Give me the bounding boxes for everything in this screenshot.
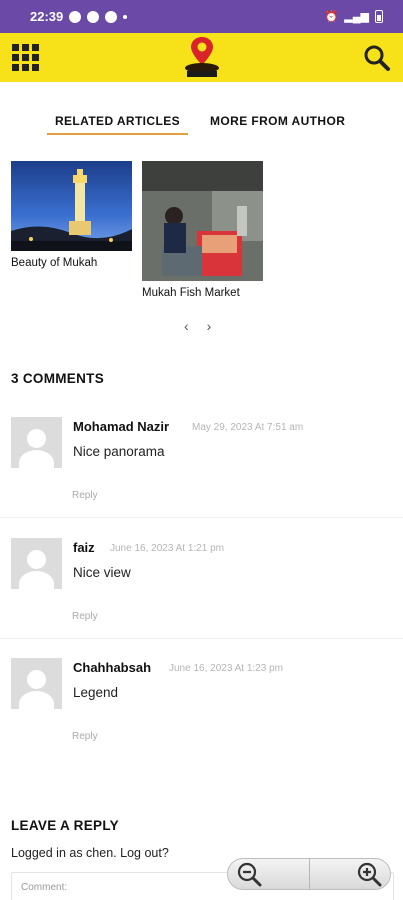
article-tabs: RELATED ARTICLES MORE FROM AUTHOR — [47, 114, 345, 135]
status-time: 22:39 — [30, 9, 64, 24]
divider — [0, 517, 403, 518]
article-title[interactable]: Beauty of Mukah — [11, 257, 132, 269]
more-notifications-icon — [123, 14, 128, 19]
status-bar: 22:39 ⏰ ▂▄▆ — [0, 0, 403, 33]
comments-heading: 3 COMMENTS — [11, 371, 105, 386]
battery-icon — [375, 10, 383, 23]
divider — [0, 638, 403, 639]
related-article-card[interactable]: Beauty of Mukah — [11, 161, 132, 269]
comment-placeholder: Comment: — [21, 882, 68, 893]
zoom-out-icon — [237, 862, 262, 887]
comment-author[interactable]: faiz — [73, 540, 95, 555]
comment: faiz June 16, 2023 At 1:21 pm Nice view … — [11, 538, 396, 638]
chevron-left-icon[interactable]: ‹ — [184, 318, 189, 334]
related-article-card[interactable]: Mukah Fish Market — [142, 161, 263, 299]
comment-author[interactable]: Mohamad Nazir — [73, 419, 169, 434]
comment-author[interactable]: Chahhabsah — [73, 660, 151, 675]
avatar — [11, 417, 62, 468]
check-icon — [105, 10, 118, 23]
leave-reply-heading: LEAVE A REPLY — [11, 818, 119, 833]
article-thumbnail[interactable] — [142, 161, 263, 281]
alarm-icon: ⏰ — [324, 11, 339, 23]
zoom-in-icon — [357, 862, 382, 887]
reply-link[interactable]: Reply — [72, 611, 98, 622]
signal-icon: ▂▄▆ — [344, 11, 369, 23]
zoom-out-button[interactable] — [228, 859, 310, 889]
comment-date[interactable]: May 29, 2023 At 7:51 am — [192, 422, 303, 433]
comment-text: Legend — [73, 685, 119, 700]
zoom-control — [227, 858, 391, 890]
avatar — [11, 538, 62, 589]
zoom-in-button[interactable] — [310, 859, 391, 889]
reply-link[interactable]: Reply — [72, 731, 98, 742]
carousel-pager: ‹ › — [184, 318, 211, 334]
comment-text: Nice view — [73, 565, 131, 580]
logo-pin-icon[interactable] — [182, 35, 222, 79]
article-thumbnail[interactable] — [11, 161, 132, 251]
logged-in-status[interactable]: Logged in as chen. Log out? — [11, 846, 169, 860]
avatar — [11, 658, 62, 709]
comment-date[interactable]: June 16, 2023 At 1:21 pm — [110, 543, 224, 554]
tab-related-articles[interactable]: RELATED ARTICLES — [47, 114, 188, 135]
message-icon — [69, 10, 82, 23]
tab-more-from-author[interactable]: MORE FROM AUTHOR — [210, 114, 345, 135]
comment: Chahhabsah June 16, 2023 At 1:23 pm Lege… — [11, 658, 396, 758]
comment-text: Nice panorama — [73, 444, 165, 459]
grid-menu-icon[interactable] — [12, 43, 40, 72]
reply-link[interactable]: Reply — [72, 490, 98, 501]
comment: Mohamad Nazir May 29, 2023 At 7:51 am Ni… — [11, 417, 396, 517]
comment-date[interactable]: June 16, 2023 At 1:23 pm — [169, 663, 283, 674]
app-header — [0, 33, 403, 82]
telegram-icon — [87, 10, 100, 23]
search-icon[interactable] — [363, 44, 391, 72]
chevron-right-icon[interactable]: › — [207, 318, 212, 334]
article-title[interactable]: Mukah Fish Market — [142, 287, 263, 299]
